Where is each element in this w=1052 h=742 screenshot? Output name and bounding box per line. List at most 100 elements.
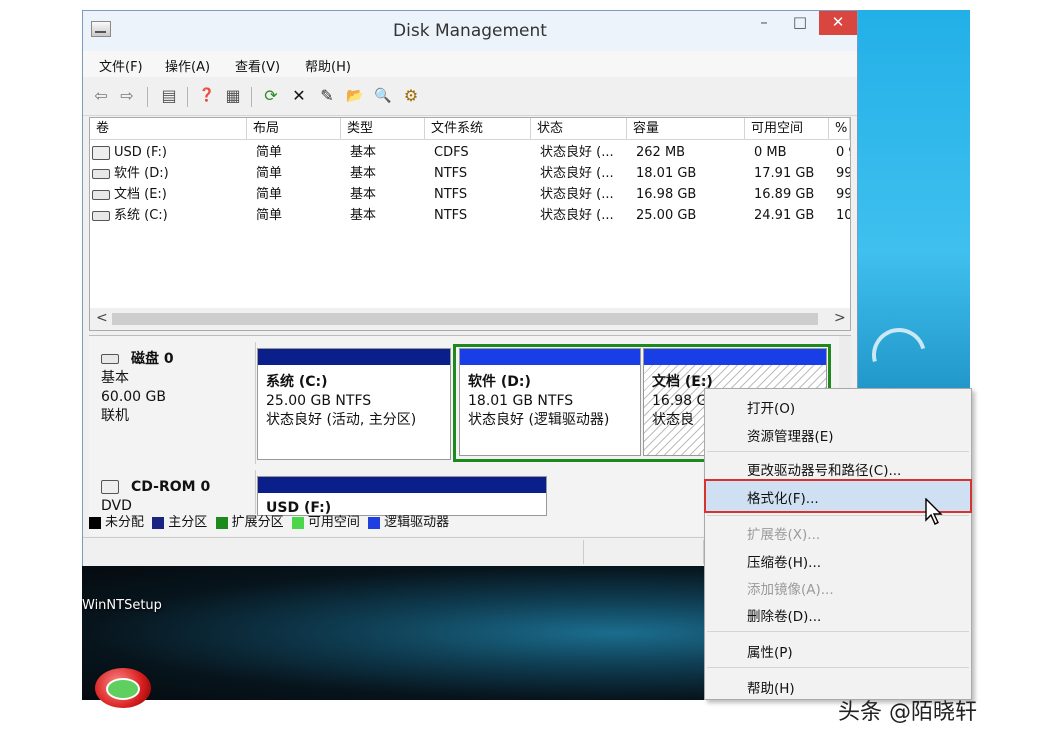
close-button[interactable]: ✕ xyxy=(819,11,857,35)
disk-legend: 未分配 主分区 扩展分区 可用空间 逻辑驱动器 xyxy=(89,511,709,531)
legend-item: 逻辑驱动器 xyxy=(368,515,449,530)
settings-grid-icon[interactable]: ⚙ xyxy=(401,86,421,106)
menu-separator xyxy=(707,631,969,632)
table-cell-free: 16.89 GB xyxy=(754,187,815,202)
console-tree-icon[interactable]: ▤ xyxy=(159,86,179,106)
table-cell-status: 状态良好 (... xyxy=(540,166,614,181)
column-header-filesystem[interactable]: 文件系统 xyxy=(425,118,531,140)
partition-system-c[interactable]: 系统 (C:) 25.00 GB NTFS 状态良好 (活动, 主分区) xyxy=(257,348,451,460)
table-row-volume[interactable]: 文档 (E:) xyxy=(92,184,242,205)
legend-item: 主分区 xyxy=(152,515,207,530)
back-arrow-icon[interactable]: ⇦ xyxy=(91,86,111,106)
delete-x-icon[interactable]: ✕ xyxy=(289,86,309,106)
desktop-icon-winntsetup[interactable]: WinNTSetup xyxy=(82,598,162,613)
maximize-button[interactable]: □ xyxy=(783,11,817,35)
menu-item-help[interactable]: 帮助(H) xyxy=(747,677,795,697)
open-folder-icon[interactable]: 📂 xyxy=(345,86,365,106)
table-cell-layout: 简单 xyxy=(256,145,283,160)
column-header-free-space[interactable]: 可用空间 xyxy=(745,118,829,140)
hard-drive-icon xyxy=(92,210,110,221)
forward-arrow-icon[interactable]: ⇨ xyxy=(117,86,137,106)
table-cell-capacity: 25.00 GB xyxy=(636,208,697,223)
logical-drive-bar xyxy=(644,349,826,365)
column-header-status[interactable]: 状态 xyxy=(531,118,627,140)
menu-file[interactable]: 文件(F) xyxy=(99,56,143,75)
table-cell-type: 基本 xyxy=(350,145,377,160)
column-header-layout[interactable]: 布局 xyxy=(247,118,341,140)
toolbar-separator xyxy=(187,87,188,107)
properties-panel-icon[interactable]: ▦ xyxy=(223,86,243,106)
legend-item: 扩展分区 xyxy=(215,515,284,530)
menu-item-change-drive-letter[interactable]: 更改驱动器号和路径(C)... xyxy=(747,459,901,479)
watermark-text: 头条 @陌晓轩 xyxy=(838,700,977,725)
cdrom-0-label[interactable]: CD-ROM 0 DVD xyxy=(89,470,256,514)
horizontal-scrollbar[interactable]: < > xyxy=(90,308,850,330)
table-cell-layout: 简单 xyxy=(256,187,283,202)
menu-view[interactable]: 查看(V) xyxy=(235,56,280,75)
help-book-icon[interactable]: ❓ xyxy=(197,86,217,106)
partition-software-d[interactable]: 软件 (D:) 18.01 GB NTFS 状态良好 (逻辑驱动器) xyxy=(459,348,641,456)
table-cell-status: 状态良好 (... xyxy=(540,208,614,223)
primary-partition-bar xyxy=(258,477,546,493)
legend-item: 可用空间 xyxy=(291,515,360,530)
table-cell-capacity: 18.01 GB xyxy=(636,166,697,181)
table-cell-status: 状态良好 (... xyxy=(540,145,614,160)
mouse-pointer-icon xyxy=(925,498,943,525)
menu-item-delete-volume[interactable]: 删除卷(D)... xyxy=(747,605,821,625)
scroll-left-icon[interactable]: < xyxy=(96,310,108,326)
menu-item-shrink-volume[interactable]: 压缩卷(H)... xyxy=(747,551,821,571)
menu-item-format[interactable]: 格式化(F)... xyxy=(747,487,819,507)
cd-drive-icon xyxy=(92,145,110,160)
table-row-volume[interactable]: 软件 (D:) xyxy=(92,163,242,184)
toolbar-separator xyxy=(147,87,148,107)
scrollbar-thumb[interactable] xyxy=(112,313,818,325)
disk-0-label[interactable]: 磁盘 0 基本 60.00 GB 联机 xyxy=(89,342,256,464)
volume-list: 卷 布局 类型 文件系统 状态 容量 可用空间 % USD (F:) 简单 基本… xyxy=(89,117,851,331)
toolbar-separator xyxy=(251,87,252,107)
context-menu: 打开(O) 资源管理器(E) 更改驱动器号和路径(C)... 格式化(F)...… xyxy=(704,388,972,700)
table-cell-capacity: 262 MB xyxy=(636,145,686,160)
table-cell-layout: 简单 xyxy=(256,208,283,223)
minimize-button[interactable]: – xyxy=(747,11,781,35)
table-cell-percent: 99 xyxy=(836,187,850,202)
check-properties-icon[interactable]: ✎ xyxy=(317,86,337,106)
table-cell-fs: NTFS xyxy=(434,208,468,223)
menu-help[interactable]: 帮助(H) xyxy=(305,56,351,75)
menu-separator xyxy=(707,667,969,668)
logical-drive-bar xyxy=(460,349,640,365)
menu-item-properties[interactable]: 属性(P) xyxy=(747,641,793,661)
column-header-type[interactable]: 类型 xyxy=(341,118,425,140)
menu-bar: 文件(F) 操作(A) 查看(V) 帮助(H) xyxy=(83,51,857,77)
refresh-icon[interactable]: ⟳ xyxy=(261,86,281,106)
table-cell-type: 基本 xyxy=(350,208,377,223)
table-cell-percent: 0 9 xyxy=(836,145,850,160)
table-cell-status: 状态良好 (... xyxy=(540,187,614,202)
title-bar[interactable]: Disk Management – □ ✕ xyxy=(83,11,857,51)
hard-drive-icon xyxy=(92,189,110,200)
menu-item-open[interactable]: 打开(O) xyxy=(747,397,795,417)
column-header-capacity[interactable]: 容量 xyxy=(627,118,745,140)
legend-item: 未分配 xyxy=(89,515,144,530)
disk-icon xyxy=(101,354,119,364)
menu-item-add-mirror[interactable]: 添加镜像(A)... xyxy=(747,578,834,598)
table-cell-free: 0 MB xyxy=(754,145,787,160)
cd-drive-icon xyxy=(101,480,119,494)
search-magnifier-icon[interactable]: 🔍 xyxy=(373,86,393,106)
menu-separator xyxy=(707,451,969,452)
table-cell-free: 17.91 GB xyxy=(754,166,815,181)
menu-action[interactable]: 操作(A) xyxy=(165,56,210,75)
table-row-volume[interactable]: USD (F:) xyxy=(92,142,242,163)
partition-usd-f[interactable]: USD (F:) xyxy=(257,476,547,516)
table-cell-capacity: 16.98 GB xyxy=(636,187,697,202)
scroll-right-icon[interactable]: > xyxy=(834,310,846,326)
check-badge-icon xyxy=(106,678,140,700)
table-cell-percent: 10( xyxy=(836,208,850,223)
table-cell-type: 基本 xyxy=(350,187,377,202)
menu-item-extend-volume[interactable]: 扩展卷(X)... xyxy=(747,523,820,543)
column-header-percent[interactable]: % xyxy=(829,118,850,140)
column-header-volume[interactable]: 卷 xyxy=(90,118,247,140)
table-cell-percent: 99 xyxy=(836,166,850,181)
menu-item-explorer[interactable]: 资源管理器(E) xyxy=(747,425,834,445)
hard-drive-icon xyxy=(92,168,110,179)
table-row-volume[interactable]: 系统 (C:) xyxy=(92,205,242,226)
